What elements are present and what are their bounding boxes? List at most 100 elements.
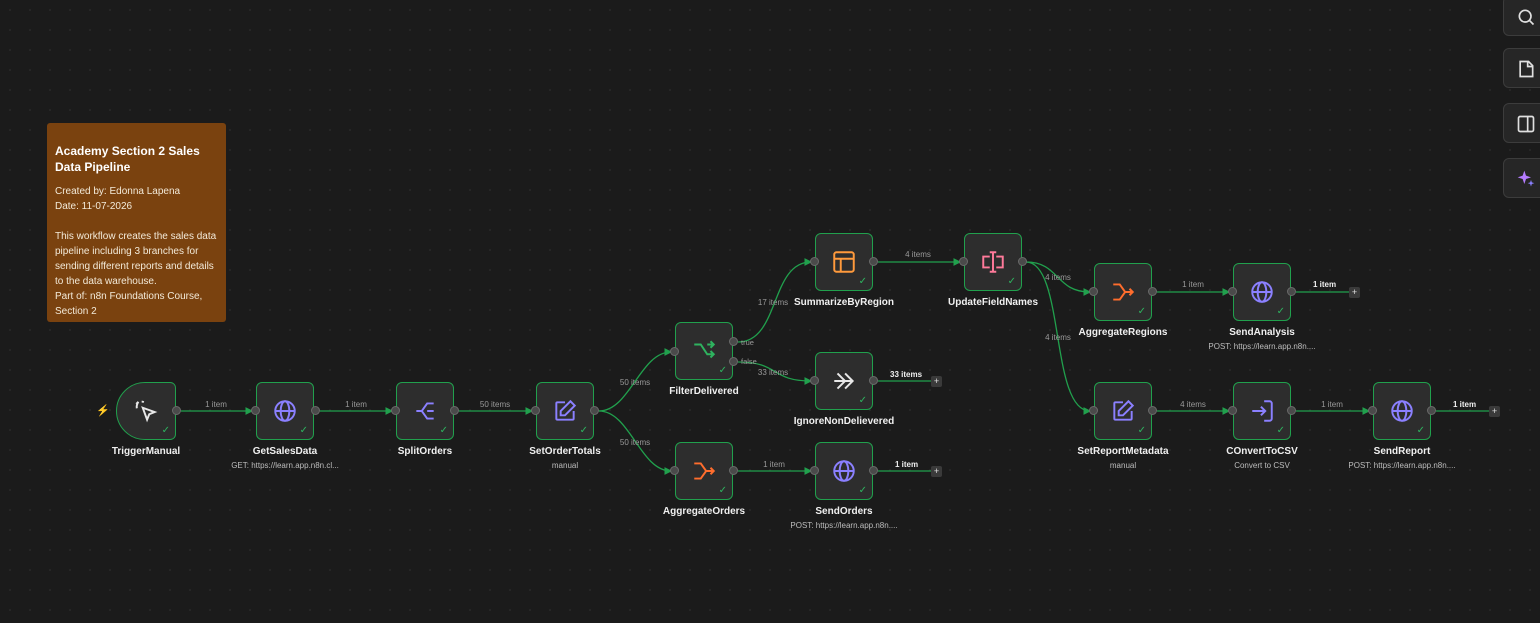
- branch-label-false: false: [741, 357, 757, 366]
- edge-item-count: 50 items: [479, 400, 511, 409]
- add-node-button[interactable]: +: [931, 466, 942, 477]
- success-check-icon: ✓: [858, 395, 867, 406]
- success-check-icon: ✓: [579, 425, 588, 436]
- input-handle[interactable]: [670, 347, 679, 356]
- node-label: UpdateFieldNames: [947, 297, 1039, 308]
- success-check-icon: ✓: [161, 425, 170, 436]
- node-update-field-names[interactable]: ✓: [964, 233, 1022, 291]
- success-check-icon: ✓: [299, 425, 308, 436]
- input-handle[interactable]: [959, 257, 968, 266]
- output-count: 1 item: [895, 460, 919, 469]
- output-handle[interactable]: [1148, 287, 1157, 296]
- add-node-button[interactable]: +: [931, 376, 942, 387]
- node-filter-delivered[interactable]: ✓: [675, 322, 733, 380]
- node-set-report-metadata[interactable]: ✓: [1094, 382, 1152, 440]
- node-label: SendReport: [1373, 446, 1431, 457]
- ai-assistant-button[interactable]: [1503, 158, 1540, 198]
- input-handle[interactable]: [1368, 406, 1377, 415]
- node-ignore-non-delievered[interactable]: ✓: [815, 352, 873, 410]
- input-handle[interactable]: [1089, 406, 1098, 415]
- input-handle[interactable]: [1228, 287, 1237, 296]
- success-check-icon: ✓: [718, 485, 727, 496]
- edge-item-count: 4 items: [1045, 333, 1071, 342]
- input-handle[interactable]: [531, 406, 540, 415]
- node-subtitle: POST: https://learn.app.n8n....: [1348, 461, 1456, 470]
- success-check-icon: ✓: [1137, 425, 1146, 436]
- node-send-analysis[interactable]: ✓: [1233, 263, 1291, 321]
- input-handle[interactable]: [810, 376, 819, 385]
- add-node-button[interactable]: +: [1489, 406, 1500, 417]
- sticky-note[interactable]: Academy Section 2 Sales Data Pipeline Cr…: [47, 123, 226, 322]
- add-sticky-button[interactable]: [1503, 48, 1540, 88]
- output-handle[interactable]: [869, 466, 878, 475]
- input-handle[interactable]: [810, 257, 819, 266]
- pen-icon: [1110, 398, 1136, 424]
- node-label: IgnoreNonDelievered: [793, 416, 895, 427]
- output-handle[interactable]: [869, 257, 878, 266]
- output-count: 33 items: [890, 370, 923, 379]
- input-handle[interactable]: [1089, 287, 1098, 296]
- output-handle[interactable]: [1287, 287, 1296, 296]
- node-send-orders[interactable]: ✓: [815, 442, 873, 500]
- edge-item-count: 50 items: [619, 438, 651, 447]
- cursor-click-icon: [133, 398, 159, 424]
- node-label: SendAnalysis: [1229, 327, 1295, 338]
- output-handle-true[interactable]: [729, 337, 738, 346]
- success-check-icon: ✓: [1276, 306, 1285, 317]
- node-subtitle: GET: https://learn.app.n8n.cl...: [231, 461, 339, 470]
- output-handle[interactable]: [869, 376, 878, 385]
- edge-item-count: 1 item: [1321, 400, 1343, 409]
- output-handle[interactable]: [1427, 406, 1436, 415]
- filter-icon: [691, 338, 717, 364]
- output-handle[interactable]: [450, 406, 459, 415]
- workflow-canvas[interactable]: Academy Section 2 Sales Data Pipeline Cr…: [0, 0, 1540, 623]
- output-handle[interactable]: [1148, 406, 1157, 415]
- node-set-order-totals[interactable]: ✓: [536, 382, 594, 440]
- node-convert-to-csv[interactable]: ✓: [1233, 382, 1291, 440]
- node-label: SendOrders: [815, 506, 873, 517]
- input-handle[interactable]: [391, 406, 400, 415]
- node-label: SetOrderTotals: [529, 446, 601, 457]
- success-check-icon: ✓: [1416, 425, 1425, 436]
- node-get-sales-data[interactable]: ✓: [256, 382, 314, 440]
- node-trigger-manual[interactable]: ✓: [116, 382, 176, 440]
- edge-item-count: 33 items: [757, 368, 789, 377]
- input-handle[interactable]: [670, 466, 679, 475]
- branch-label-true: true: [741, 338, 754, 347]
- input-handle[interactable]: [1228, 406, 1237, 415]
- input-handle[interactable]: [810, 466, 819, 475]
- aggregate-icon: [1110, 279, 1136, 305]
- output-handle[interactable]: [1018, 257, 1027, 266]
- output-handle[interactable]: [729, 466, 738, 475]
- output-handle[interactable]: [590, 406, 599, 415]
- pen-icon: [552, 398, 578, 424]
- toggle-panel-button[interactable]: [1503, 103, 1540, 143]
- sticky-part-of: Part of: n8n Foundations Course, Section…: [55, 291, 203, 317]
- output-handle[interactable]: [1287, 406, 1296, 415]
- edge-item-count: 1 item: [205, 400, 227, 409]
- node-label: FilterDelivered: [669, 386, 739, 397]
- success-check-icon: ✓: [858, 276, 867, 287]
- sticky-description: This workflow creates the sales data pip…: [55, 231, 217, 287]
- node-aggregate-orders[interactable]: ✓: [675, 442, 733, 500]
- output-count: 1 item: [1313, 280, 1337, 289]
- node-summarize-by-region[interactable]: ✓: [815, 233, 873, 291]
- node-send-report[interactable]: ✓: [1373, 382, 1431, 440]
- node-split-orders[interactable]: ✓: [396, 382, 454, 440]
- output-handle-false[interactable]: [729, 357, 738, 366]
- add-node-button[interactable]: +: [1349, 287, 1360, 298]
- output-handle[interactable]: [311, 406, 320, 415]
- success-check-icon: ✓: [439, 425, 448, 436]
- node-aggregate-regions[interactable]: ✓: [1094, 263, 1152, 321]
- globe-icon: [272, 398, 298, 424]
- edge-item-count: 4 items: [905, 250, 931, 259]
- search-button[interactable]: [1503, 0, 1540, 36]
- sticky-title: Academy Section 2 Sales Data Pipeline: [55, 144, 200, 174]
- globe-icon: [831, 458, 857, 484]
- edge-item-count: 1 item: [1182, 280, 1204, 289]
- node-subtitle: POST: https://learn.app.n8n....: [1208, 342, 1316, 351]
- input-handle[interactable]: [251, 406, 260, 415]
- output-handle[interactable]: [172, 406, 181, 415]
- sticky-date: Date: 11-07-2026: [55, 201, 133, 212]
- edge-item-count: 17 items: [757, 298, 789, 307]
